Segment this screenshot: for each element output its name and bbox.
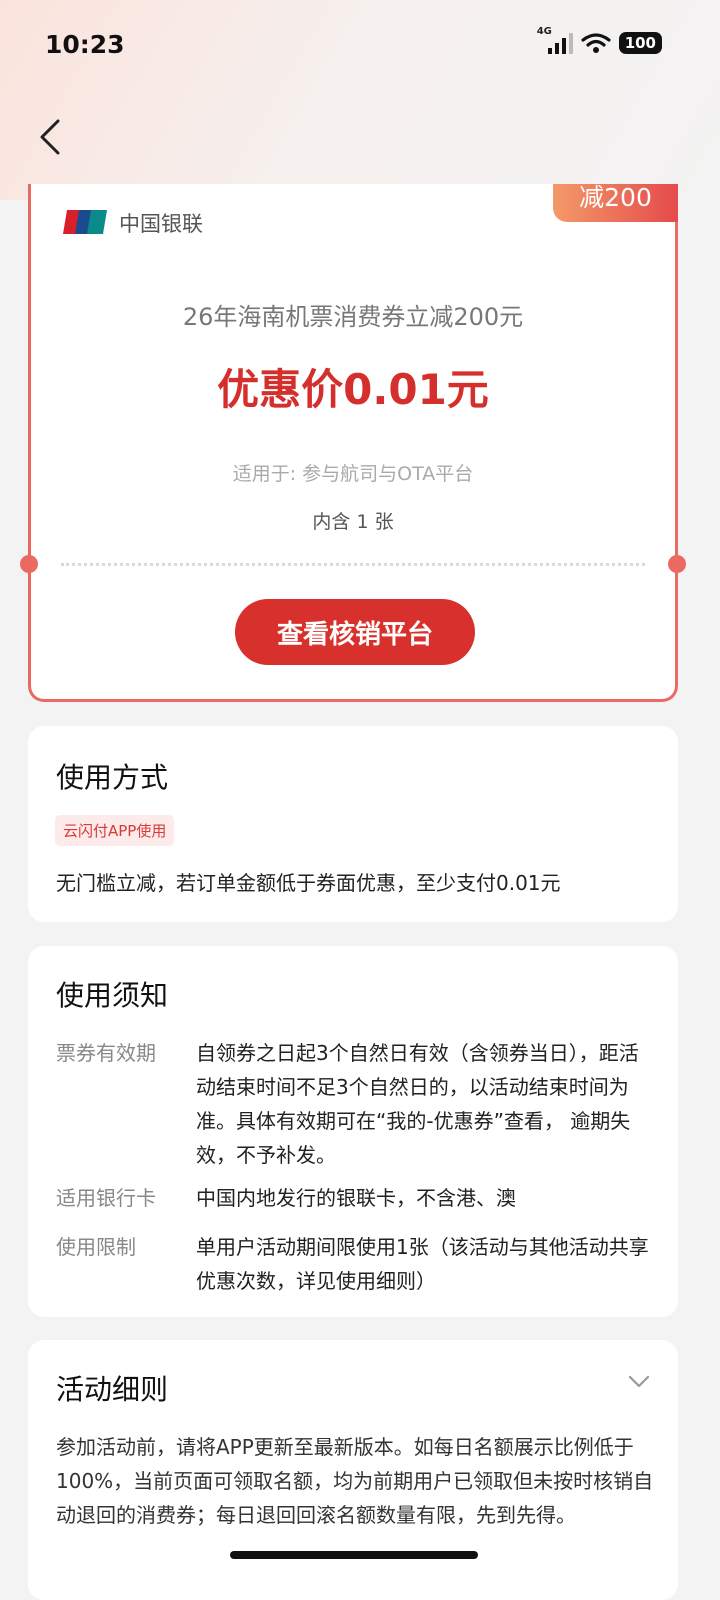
status-icons: 4G 100 bbox=[537, 26, 662, 56]
status-bar: 10:23 4G 100 bbox=[0, 0, 720, 90]
usage-notice-panel: 使用须知 票券有效期 自领券之日起3个自然日有效（含领券当日），距活动结束时间不… bbox=[28, 946, 678, 1317]
left-notch bbox=[20, 555, 38, 573]
home-indicator[interactable] bbox=[230, 1551, 478, 1559]
discount-tag: 减200 bbox=[553, 184, 678, 222]
coupon-card: 减200 中国银联 26年海南机票消费券立减200元 优惠价0.01元 适用于:… bbox=[20, 184, 686, 702]
view-verification-platform-button[interactable]: 查看核销平台 bbox=[235, 599, 475, 665]
status-time: 10:23 bbox=[45, 30, 125, 59]
right-notch bbox=[668, 555, 686, 573]
coupon-title: 26年海南机票消费券立减200元 bbox=[182, 303, 524, 331]
back-icon[interactable] bbox=[34, 115, 74, 159]
activity-rules-title: 活动细则 bbox=[56, 1373, 169, 1406]
wifi-icon bbox=[581, 33, 611, 53]
chevron-down-icon[interactable] bbox=[628, 1375, 650, 1389]
usage-method-panel: 使用方式 云闪付APP使用 无门槛立减，若订单金额低于券面优惠，至少支付0.01… bbox=[28, 726, 678, 922]
usage-method-title: 使用方式 bbox=[56, 761, 169, 794]
coupon-price: 优惠价0.01元 bbox=[217, 365, 489, 414]
notice-row-validity: 票券有效期 自领券之日起3个自然日有效（含领券当日），距活动结束时间不足3个自然… bbox=[56, 1036, 656, 1172]
cellular-signal-icon: 4G bbox=[537, 26, 573, 56]
activity-rules-panel[interactable]: 活动细则 参加活动前，请将APP更新至最新版本。如每日名额展示比例低于100%，… bbox=[28, 1340, 678, 1600]
battery-icon: 100 bbox=[618, 32, 662, 54]
notice-value: 自领券之日起3个自然日有效（含领券当日），距活动结束时间不足3个自然日的，以活动… bbox=[196, 1041, 639, 1167]
usage-tag: 云闪付APP使用 bbox=[55, 815, 175, 846]
notice-label: 使用限制 bbox=[56, 1235, 136, 1259]
usage-description: 无门槛立减，若订单金额低于券面优惠，至少支付0.01元 bbox=[56, 871, 561, 895]
activity-rules-text: 参加活动前，请将APP更新至最新版本。如每日名额展示比例低于100%，当前页面可… bbox=[56, 1435, 654, 1527]
notice-label: 票券有效期 bbox=[56, 1041, 156, 1065]
unionpay-logo-icon bbox=[63, 210, 107, 234]
notice-value: 中国内地发行的银联卡，不含港、澳 bbox=[196, 1186, 516, 1210]
coupon-scope: 适用于: 参与航司与OTA平台 bbox=[232, 463, 474, 485]
brand-name: 中国银联 bbox=[119, 212, 203, 236]
notice-row-usage-limit: 使用限制 单用户活动期间限使用1张（该活动与其他活动共享优惠次数，详见使用细则） bbox=[56, 1230, 656, 1298]
notice-label: 适用银行卡 bbox=[56, 1186, 156, 1210]
perforation-divider bbox=[61, 563, 645, 566]
notice-row-bank-card: 适用银行卡 中国内地发行的银联卡，不含港、澳 bbox=[56, 1181, 656, 1215]
notice-value: 单用户活动期间限使用1张（该活动与其他活动共享优惠次数，详见使用细则） bbox=[196, 1235, 649, 1293]
usage-notice-title: 使用须知 bbox=[56, 979, 169, 1012]
coupon-count: 内含 1 张 bbox=[312, 511, 394, 533]
